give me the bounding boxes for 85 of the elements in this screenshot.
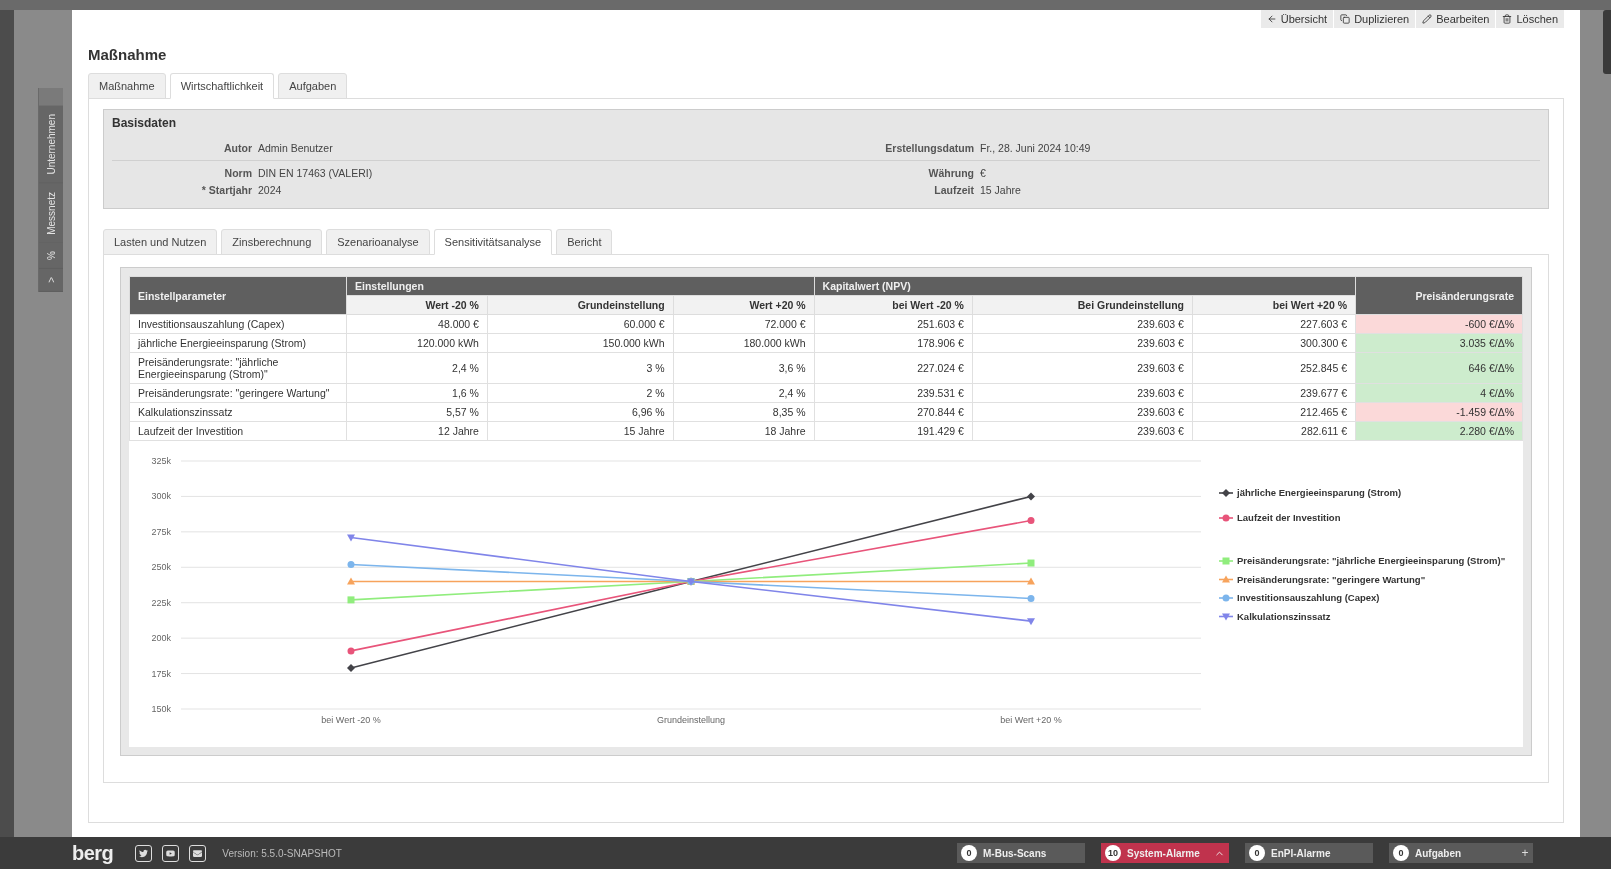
table-cell: 252.845 € [1192, 352, 1356, 384]
column-header: Kapitalwert (NPV) [814, 276, 1356, 296]
logo: berg [72, 841, 114, 865]
field-label: Währung [927, 167, 974, 179]
field-label: Autor [223, 142, 252, 154]
field-value: 2024 [258, 184, 283, 196]
legend-label: Kalkulationszinssatz [1237, 610, 1331, 622]
field-value: € [980, 167, 987, 179]
axis-label: 175k [151, 668, 171, 679]
page-title: Maßnahme [88, 46, 168, 63]
table-cell: 3,6 % [673, 352, 815, 384]
field-label: Norm [223, 167, 252, 179]
toolbar-button[interactable]: Bearbeiten [1416, 10, 1496, 28]
scrollbar-thumb[interactable] [1603, 10, 1611, 74]
tab[interactable]: Szenarioanalyse [326, 229, 430, 255]
axis-label: 325k [151, 456, 171, 466]
field-value: Fr., 28. Juni 2024 10:49 [980, 142, 1092, 154]
tab[interactable]: Sensitivitätsanalyse [433, 229, 553, 255]
column-header: Einstellungen [346, 276, 815, 296]
pencil-icon [1422, 14, 1433, 24]
axis-label: bei Wert +20 % [1000, 715, 1062, 725]
table-cell: 239.603 € [972, 352, 1193, 384]
version-text: Version: 5.5.0-SNAPSHOT [222, 847, 342, 859]
status-button[interactable]: 0 M-Bus-Scans [957, 843, 1085, 863]
field-value: 15 Jahre [980, 184, 1022, 196]
table-cell: Preisänderungsrate: "jährliche Energieeinsparung (Strom)" [129, 352, 347, 384]
point [347, 596, 355, 604]
toolbar-button[interactable]: Duplizieren [1334, 10, 1416, 28]
status-button[interactable]: 0 Aufgaben [1389, 843, 1517, 863]
axis-label: 275k [151, 526, 171, 537]
table-cell: 227.024 € [814, 352, 973, 384]
point [347, 663, 355, 672]
legend-item[interactable]: Preisänderungsrate: "geringere Wartung" [1218, 573, 1426, 585]
legend-item[interactable]: jährliche Energieeinsparung (Strom) [1218, 487, 1402, 498]
video-icon[interactable] [162, 844, 180, 862]
table-cell: 646 €/Δ% [1355, 352, 1523, 384]
mail-icon[interactable] [189, 844, 207, 862]
twitter-icon[interactable] [135, 844, 153, 862]
tab[interactable]: Maßnahme [88, 73, 166, 99]
toolbar-button[interactable]: Übersicht [1260, 10, 1334, 28]
trash-icon [1502, 14, 1513, 24]
add-button[interactable]: + [1517, 843, 1533, 863]
axis-label: 150k [151, 704, 171, 714]
point [1027, 492, 1035, 501]
legend-item[interactable]: Kalkulationszinssatz [1218, 610, 1331, 622]
sidebar-tab[interactable]: > [39, 269, 63, 293]
axis-label: 225k [151, 597, 171, 608]
point [1027, 559, 1035, 567]
toolbar-button[interactable]: Löschen [1496, 10, 1564, 28]
point [1027, 517, 1035, 525]
legend-label: Laufzeit der Investition [1237, 512, 1341, 523]
tab[interactable]: Aufgaben [278, 73, 348, 99]
column-header: Preisänderungsrate [1355, 276, 1523, 315]
axis-label: Grundeinstellung [657, 715, 725, 725]
sidebar-tab[interactable]: % [39, 243, 63, 270]
back-icon [1266, 14, 1277, 24]
tab[interactable]: Lasten und Nutzen [103, 229, 218, 255]
legend-item[interactable]: Preisänderungsrate: "jährliche Energieeinsparung (Strom)" [1218, 555, 1506, 566]
axis-label: 200k [151, 633, 171, 644]
section-title: Basisdaten [112, 116, 178, 130]
sidebar-tab[interactable]: Unternehmen [39, 106, 63, 184]
field-label: * Startjahr [200, 184, 252, 196]
field-label: Erstellungsdatum [884, 142, 974, 154]
axis-label: bei Wert -20 % [321, 715, 381, 725]
copy-icon [1340, 14, 1351, 24]
tab[interactable]: Wirtschaftlichkeit [169, 73, 275, 99]
axis-label: 250k [151, 562, 171, 573]
field-value: DIN EN 17463 (VALERI) [258, 167, 374, 179]
table-cell: 2,4 % [346, 352, 488, 384]
sidebar-tab[interactable]: Messnetz [39, 183, 63, 244]
point [1027, 618, 1035, 626]
tab[interactable]: Zinsberechnung [221, 229, 323, 255]
axis-label: 300k [151, 491, 171, 502]
legend-item[interactable]: Laufzeit der Investition [1218, 512, 1341, 523]
legend-item[interactable]: Investitionsauszahlung (Capex) [1218, 592, 1380, 603]
status-button[interactable]: 10 System-Alarme [1101, 843, 1229, 863]
point [347, 560, 355, 568]
table-cell: 3 % [487, 352, 674, 384]
field-label: Laufzeit [933, 184, 974, 196]
tab[interactable]: Bericht [556, 229, 613, 255]
point [1027, 594, 1035, 602]
point [347, 647, 355, 655]
field-value: Admin Benutzer [258, 142, 334, 154]
status-button[interactable]: 0 EnPI-Alarme [1245, 843, 1373, 863]
column-header: Einstellparameter [129, 276, 347, 315]
